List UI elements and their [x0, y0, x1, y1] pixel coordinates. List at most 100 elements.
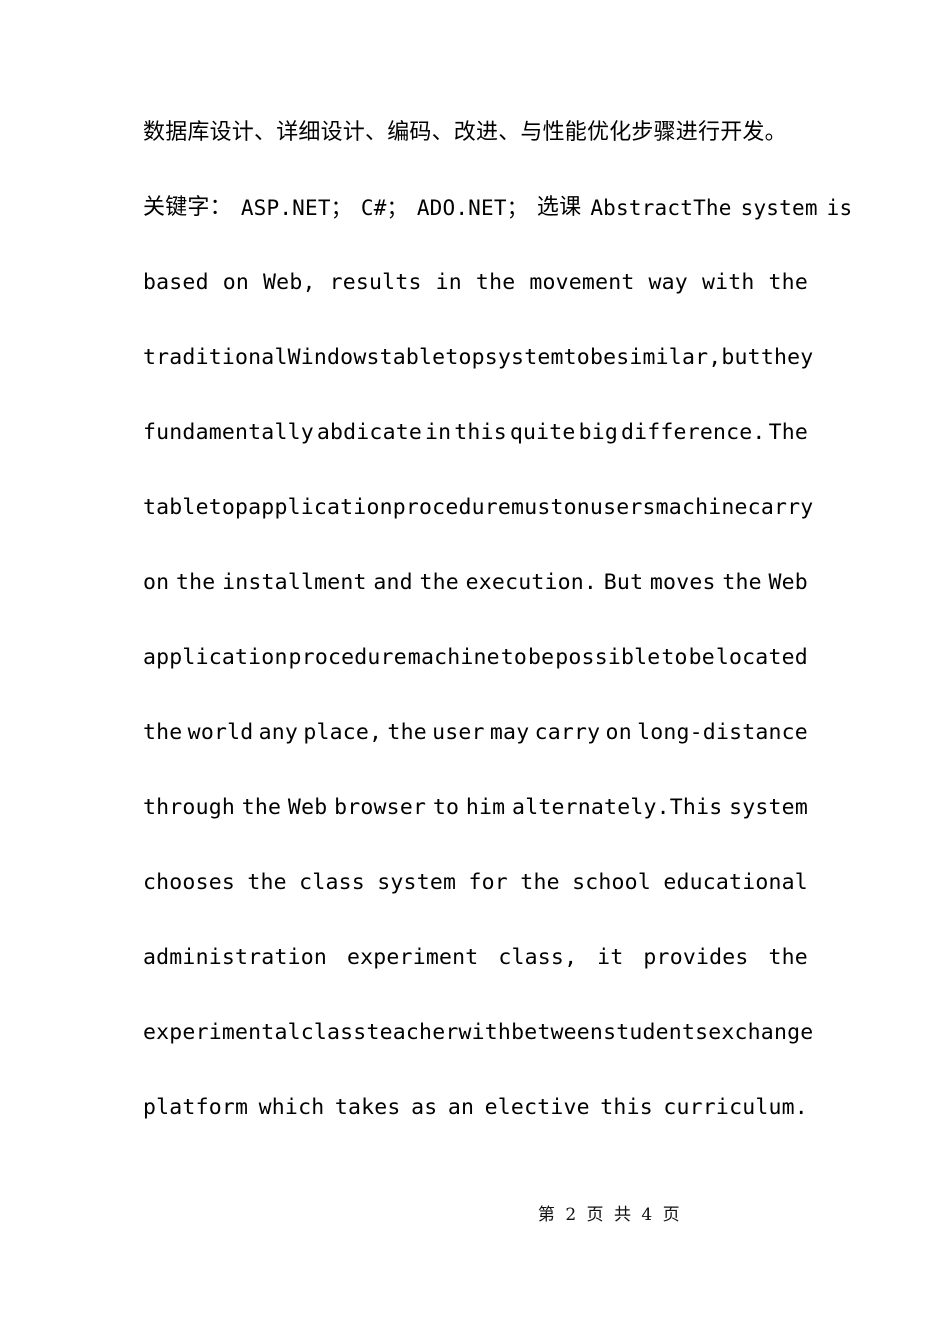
line-word: experimental: [143, 1020, 301, 1045]
document-line: based on Web, results in the movement wa…: [143, 268, 808, 343]
line-word: execution.: [465, 570, 598, 595]
line-word: takes: [334, 1095, 401, 1120]
line-word: difference.: [620, 420, 766, 445]
line-word: application: [143, 645, 288, 670]
line-word: on: [143, 570, 170, 595]
line-word: procedure: [288, 645, 407, 670]
line-word: the: [520, 870, 560, 895]
line-word: be: [589, 345, 617, 370]
line-word: carry: [534, 720, 601, 745]
line-word: in: [425, 420, 452, 445]
line-word: be: [688, 645, 715, 670]
document-line: on the installment and the execution. Bu…: [143, 568, 808, 643]
line-word: be: [528, 645, 555, 670]
document-line: administration experiment class, it prov…: [143, 943, 808, 1018]
line-word: machine: [407, 645, 500, 670]
line-word: with: [701, 270, 755, 295]
line-word: similar,: [616, 345, 722, 370]
line-word: to: [500, 645, 528, 670]
page-footer: 第 2 页 共 4 页: [0, 1200, 950, 1225]
document-line: fundamentally abdicate in this quite big…: [143, 418, 808, 493]
line-word: the: [475, 270, 516, 295]
line-word: abdicate: [316, 420, 423, 445]
line-word: fundamentally: [143, 420, 314, 445]
line-word: alternately.This: [512, 795, 723, 820]
line-text: is: [826, 196, 853, 220]
line-word: teacher: [366, 1020, 459, 1045]
line-word: the: [387, 720, 427, 745]
document-line: 数据库设计、详细设计、编码、改进、与性能优化步骤进行开发。: [143, 118, 808, 193]
line-text: 关键字：: [143, 195, 232, 220]
line-word: the: [241, 795, 282, 820]
document-line: chooses the class system for the school …: [143, 868, 808, 943]
line-word: tabletop: [143, 495, 249, 520]
line-word: But: [603, 570, 644, 595]
document-line: through the Web browser to him alternate…: [143, 793, 808, 868]
document-line: tabletop application procedure must on u…: [143, 493, 813, 568]
line-word: located: [715, 645, 808, 670]
line-word: The: [768, 420, 808, 445]
line-word: an: [447, 1095, 475, 1120]
line-word: any: [258, 720, 299, 745]
page-number-indicator: 第 2 页 共 4 页: [537, 1205, 683, 1225]
line-word: Web: [768, 570, 808, 595]
line-word: carry: [747, 495, 814, 520]
line-word: students: [603, 1020, 709, 1045]
line-word: they: [760, 345, 814, 370]
line-word: through: [143, 795, 236, 820]
line-word: this: [454, 420, 507, 445]
line-text: AbstractThe: [590, 196, 732, 220]
line-word: users: [589, 495, 656, 520]
line-word: chooses: [143, 870, 236, 895]
line-text: 选课: [536, 195, 582, 220]
line-word: for: [468, 870, 508, 895]
line-word: to: [563, 345, 590, 370]
line-word: installment: [222, 570, 367, 595]
document-line: platform which takes as an elective this…: [143, 1093, 808, 1168]
line-word: browser: [334, 795, 427, 820]
line-text: 数据库设计、详细设计、编码、改进、与性能优化步骤进行开发。: [143, 120, 787, 145]
line-word: Web: [287, 795, 328, 820]
line-word: system: [377, 870, 457, 895]
line-word: quite: [509, 420, 576, 445]
line-word: place,: [303, 720, 383, 745]
line-word: tabletop: [379, 345, 485, 370]
line-text: ASP.NET；: [240, 196, 352, 220]
line-word: platform: [143, 1095, 249, 1120]
line-word: class: [300, 1020, 367, 1045]
line-word: as: [411, 1095, 438, 1120]
line-word: with: [458, 1020, 512, 1045]
line-word: but: [721, 345, 761, 370]
line-word: provides: [643, 945, 749, 970]
line-word: this: [600, 1095, 653, 1120]
line-word: moves: [649, 570, 716, 595]
line-word: on: [605, 720, 632, 745]
line-word: between: [511, 1020, 604, 1045]
line-text: system: [740, 196, 818, 220]
line-word: machine: [655, 495, 748, 520]
line-word: class,: [498, 945, 578, 970]
line-word: the: [768, 270, 808, 295]
document-line: the world any place, the user may carry …: [143, 718, 808, 793]
document-body: 数据库设计、详细设计、编码、改进、与性能优化步骤进行开发。 关键字： ASP.N…: [143, 118, 852, 1168]
line-word: in: [435, 270, 462, 295]
line-word: movement: [529, 270, 635, 295]
line-word: to: [432, 795, 460, 820]
document-page: 数据库设计、详细设计、编码、改进、与性能优化步骤进行开发。 关键字： ASP.N…: [0, 0, 950, 1344]
line-word: the: [143, 720, 183, 745]
line-word: Web,: [263, 270, 316, 295]
line-word: the: [419, 570, 459, 595]
line-word: school: [572, 870, 651, 895]
line-word: curriculum.: [663, 1095, 808, 1120]
line-word: elective: [484, 1095, 590, 1120]
line-word: application: [248, 495, 393, 520]
line-word: procedure: [392, 495, 512, 520]
line-word: which: [258, 1095, 325, 1120]
line-word: administration: [143, 945, 328, 970]
line-word: him: [465, 795, 506, 820]
line-word: the: [768, 945, 808, 970]
line-word: must: [511, 495, 564, 520]
line-word: experiment: [346, 945, 479, 970]
line-word: user: [432, 720, 485, 745]
line-word: system: [484, 345, 564, 370]
